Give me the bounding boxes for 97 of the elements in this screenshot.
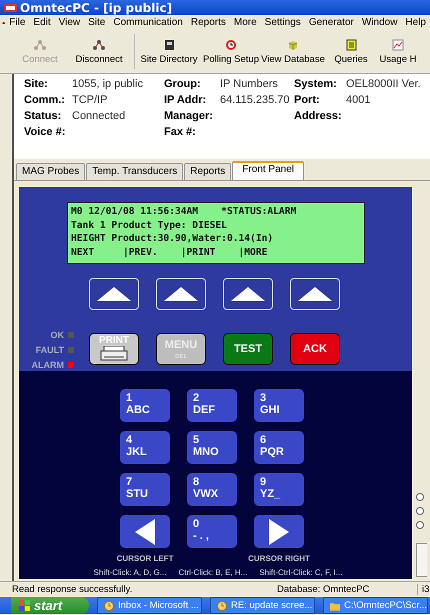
menu-item[interactable]: Help bbox=[401, 17, 430, 28]
keypad-key[interactable]: 1 ABC bbox=[120, 389, 170, 422]
menu-item[interactable]: Site bbox=[84, 17, 110, 28]
soft-key[interactable] bbox=[89, 278, 139, 310]
cube-icon bbox=[287, 38, 299, 50]
field-label: Manager: bbox=[164, 110, 214, 124]
soft-key[interactable] bbox=[290, 278, 340, 310]
display-line: HEIGHT Product:30.90,Water:0.14(In) bbox=[71, 232, 274, 246]
field-label: Voice #: bbox=[24, 126, 66, 140]
keypad-key[interactable]: 3 GHI bbox=[254, 389, 304, 422]
soft-key[interactable] bbox=[223, 278, 273, 310]
hint-text: Shift-Ctrl-Click: C, F, I... bbox=[259, 568, 342, 577]
led-label: FAULT bbox=[36, 345, 64, 355]
keypad-key[interactable]: 2 DEF bbox=[187, 389, 237, 422]
test-key[interactable]: TEST bbox=[223, 333, 273, 365]
toolbar-button[interactable]: Disconnect bbox=[66, 30, 132, 73]
field-label: Comm.: bbox=[24, 94, 66, 108]
status-message: Read response successfully. bbox=[12, 584, 134, 595]
window-title: OmntecPC - [ip public] bbox=[20, 0, 172, 14]
chart-icon bbox=[392, 38, 404, 50]
display-line: Tank 1 Product Type: DIESEL bbox=[71, 218, 228, 232]
field-value: IP Numbers bbox=[220, 78, 279, 92]
toolbar-button[interactable]: Queries bbox=[325, 30, 377, 73]
taskbar-button[interactable]: Inbox - Microsoft ... bbox=[97, 597, 202, 614]
tab[interactable]: Temp. Transducers bbox=[86, 163, 184, 180]
menu-item[interactable]: File bbox=[5, 17, 30, 28]
right-triangle-icon bbox=[269, 518, 289, 544]
keypad-key[interactable]: 5 MNO bbox=[187, 431, 237, 464]
display-line: NEXT |PREV. |PRINT |MORE bbox=[71, 246, 268, 260]
side-button[interactable] bbox=[416, 543, 427, 577]
field-value: 1055, ip public bbox=[72, 78, 144, 92]
network-icon bbox=[34, 38, 46, 50]
keypad-key[interactable]: 9 YZ_ bbox=[254, 473, 304, 506]
radio-button[interactable] bbox=[416, 493, 424, 501]
field-value: OEL8000II Ver. bbox=[346, 78, 422, 92]
display-line: M0 12/01/08 11:56:34AM *STATUS:ALARM bbox=[71, 205, 298, 219]
tab[interactable]: Front Panel bbox=[232, 161, 304, 180]
keypad-key[interactable]: 0 - . , bbox=[187, 515, 237, 548]
field-label: Port: bbox=[294, 94, 321, 108]
field-label: Group: bbox=[164, 78, 202, 92]
field-label: Fax #: bbox=[164, 126, 197, 140]
menu-item[interactable]: Settings bbox=[260, 17, 305, 28]
hint-text: Shift-Click: A, D, G... bbox=[94, 568, 166, 577]
clock-icon bbox=[225, 38, 237, 50]
field-label: IP Addr: bbox=[164, 94, 208, 108]
toolbar-button[interactable]: View Database bbox=[261, 30, 325, 73]
network-icon bbox=[93, 38, 105, 50]
menu-item[interactable]: More bbox=[230, 17, 261, 28]
field-label: Address: bbox=[294, 110, 343, 124]
ack-key[interactable]: ACK bbox=[290, 333, 340, 365]
tab[interactable]: MAG Probes bbox=[16, 163, 86, 180]
left-triangle-icon bbox=[135, 518, 155, 544]
field-value: TCP/IP bbox=[72, 94, 108, 108]
keypad-key[interactable]: 4 JKL bbox=[120, 431, 170, 464]
keypad-key[interactable]: 6 PQR bbox=[254, 431, 304, 464]
up-triangle-icon bbox=[97, 287, 131, 301]
up-triangle-icon bbox=[231, 287, 265, 301]
field-label: Status: bbox=[24, 110, 62, 124]
led-label: ALARM bbox=[32, 360, 64, 370]
toolbar-button[interactable]: Site Directory bbox=[137, 30, 201, 73]
book-icon bbox=[163, 38, 175, 50]
led-label: OK bbox=[50, 330, 64, 340]
toolbar-button[interactable]: Polling Setup bbox=[201, 30, 261, 73]
start-button[interactable]: start bbox=[11, 597, 89, 614]
toolbar-button[interactable]: Usage H bbox=[377, 30, 419, 73]
field-label: Site: bbox=[24, 78, 49, 92]
hint-text: Ctrl-Click: B, E, H... bbox=[178, 568, 248, 577]
key-caption: CURSOR LEFT bbox=[116, 554, 174, 563]
menu-item[interactable]: Generator bbox=[304, 17, 358, 28]
list-icon bbox=[345, 38, 357, 50]
radio-button[interactable] bbox=[416, 507, 424, 515]
up-triangle-icon bbox=[298, 287, 332, 301]
field-value: Connected bbox=[72, 110, 126, 124]
menu-item[interactable]: Reports bbox=[186, 17, 230, 28]
status-text: i3 bbox=[421, 584, 430, 595]
key-caption: CURSOR RIGHT bbox=[248, 554, 310, 563]
folder-icon bbox=[330, 600, 340, 610]
menu-item[interactable]: Edit bbox=[29, 17, 55, 28]
soft-key[interactable] bbox=[156, 278, 206, 310]
windows-flag-icon bbox=[19, 600, 30, 611]
field-label: System: bbox=[294, 78, 338, 92]
taskbar-button[interactable]: RE: update scree... bbox=[210, 597, 315, 614]
menu-item[interactable]: Window bbox=[358, 17, 402, 28]
up-triangle-icon bbox=[164, 287, 198, 301]
menu-item[interactable]: View bbox=[54, 17, 84, 28]
keypad-key[interactable]: 8 VWX bbox=[187, 473, 237, 506]
cursor-key[interactable] bbox=[254, 515, 304, 548]
radio-button[interactable] bbox=[416, 521, 424, 529]
keypad-key[interactable]: 7 STU bbox=[120, 473, 170, 506]
status-database: Database: OmntecPC bbox=[277, 584, 418, 595]
tab[interactable]: Reports bbox=[184, 163, 232, 180]
taskbar-button[interactable]: C:\OmntecPC\Scr... bbox=[323, 597, 428, 614]
field-value: 4001 bbox=[346, 94, 372, 108]
menu-item[interactable]: Communication bbox=[109, 17, 187, 28]
field-value: 64.115.235.70 bbox=[220, 94, 291, 108]
cursor-key[interactable] bbox=[120, 515, 170, 548]
printer-icon bbox=[100, 346, 128, 361]
